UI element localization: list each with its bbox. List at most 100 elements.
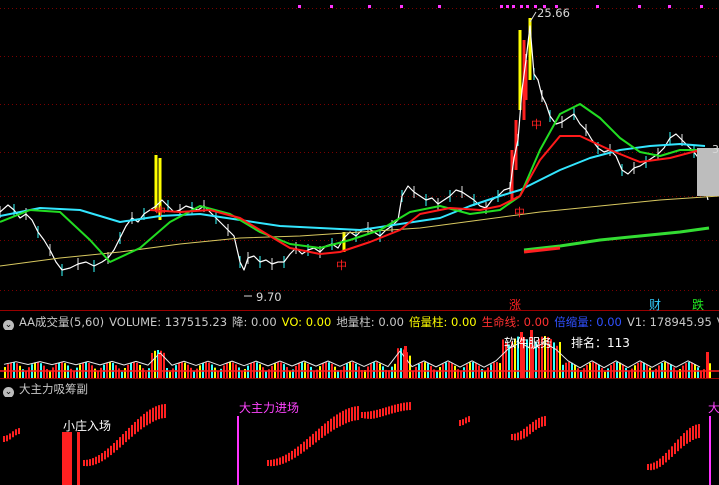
ma-cyan <box>0 143 706 231</box>
volume-bar <box>607 368 609 378</box>
price-chart-canvas[interactable] <box>0 0 719 311</box>
volume-bar <box>109 362 111 378</box>
volume-bar <box>652 371 654 378</box>
volume-fields: VOLUME: 137515.23 降: 0.00 VO: 0.00 地量柱: 0.0… <box>109 315 719 329</box>
volume-bar <box>301 362 303 378</box>
volume-bar <box>85 362 87 378</box>
volume-bar <box>52 367 54 378</box>
volume-bar <box>94 368 96 378</box>
marker-cai: 财 <box>649 298 662 311</box>
volume-bar <box>604 371 606 378</box>
volume-bar <box>601 368 603 378</box>
signal-dot <box>500 5 503 8</box>
volume-bar <box>229 362 231 378</box>
signal-dot <box>596 5 599 8</box>
volume-bar <box>415 366 417 378</box>
volume-bar <box>4 367 6 378</box>
marker-zhong-4: 中 <box>531 118 542 131</box>
volume-bar <box>460 370 462 378</box>
signal-dot <box>400 5 403 8</box>
volume-bar <box>373 362 375 378</box>
volume-bar <box>349 362 351 378</box>
small-entry-bar <box>62 432 72 485</box>
volume-bar <box>325 362 327 378</box>
volume-bar <box>616 362 618 378</box>
volume-bar <box>256 362 258 378</box>
volume-field: 生命线: 0.00 <box>481 315 550 329</box>
volume-bar <box>49 371 51 378</box>
volume-bar <box>454 365 456 378</box>
volume-bar <box>472 362 474 378</box>
volume-bar <box>436 370 438 378</box>
volume-bar <box>118 368 120 378</box>
volume-bar <box>697 367 699 378</box>
volume-bar <box>271 365 273 378</box>
volume-bar <box>121 371 123 378</box>
high-arrow <box>529 11 537 23</box>
volume-field: 倍量柱: 0.00 <box>408 315 477 329</box>
signal-dot <box>330 5 333 8</box>
volume-bar <box>700 370 702 378</box>
volume-bar <box>424 362 426 378</box>
volume-bar <box>286 367 288 378</box>
volume-bar <box>673 367 675 378</box>
price-chart-panel[interactable]: 25.66 9.70 3 中 中 中 中 涨 财 跌 <box>0 0 719 311</box>
volume-bar <box>628 371 630 378</box>
volume-bar <box>190 367 192 378</box>
collapse-icon[interactable]: ⌄ <box>3 320 14 330</box>
collapse-icon[interactable]: ⌄ <box>3 387 14 397</box>
low-price-label: 9.70 <box>256 290 282 304</box>
volume-indicator-name[interactable]: AA成交量(5,60) <box>19 315 104 329</box>
label-small-entry: 小庄入场 <box>63 419 112 433</box>
volume-bar <box>217 371 219 378</box>
volume-bar <box>352 362 354 378</box>
volume-panel[interactable]: ⌄ AA成交量(5,60) VOLUME: 137515.23 降: 0.00 VO: … <box>0 312 719 379</box>
signal-dot <box>638 5 641 8</box>
volume-bar <box>478 365 480 378</box>
volume-bar <box>37 362 39 378</box>
marker-zhong-3: 中 <box>514 206 525 219</box>
signal-dot <box>668 5 671 8</box>
volume-bar <box>247 365 249 378</box>
trend-line-green <box>523 226 710 252</box>
highlight-candle <box>154 155 158 210</box>
volume-bar <box>343 366 345 378</box>
signal-dot <box>368 5 371 8</box>
volume-bar <box>463 367 465 378</box>
marker-zhang: 涨 <box>509 298 522 311</box>
service-label[interactable]: 软件服务 <box>504 334 552 351</box>
volume-bar <box>319 366 321 378</box>
volume-bar <box>376 362 378 378</box>
volume-bar <box>232 362 234 378</box>
volume-field: VO: 0.00 <box>281 315 332 329</box>
volume-bar <box>295 365 297 378</box>
volume-bar <box>391 366 393 378</box>
volume-bar <box>58 362 60 378</box>
volume-bar <box>496 362 498 378</box>
volume-bar <box>145 371 147 378</box>
volume-bar <box>667 362 669 378</box>
volume-bar <box>43 365 45 378</box>
volume-bar <box>34 362 36 378</box>
sub-indicator-panel[interactable]: ⌄ 大主力吸筹副 小庄入场 大主力进场 大 <box>0 380 719 485</box>
signal-dot <box>520 5 523 8</box>
volume-bar <box>676 371 678 378</box>
volume-field: V1: 178945.95 <box>626 315 712 329</box>
volume-bar <box>205 362 207 378</box>
volume-bar <box>25 370 27 378</box>
volume-bar <box>196 368 198 378</box>
volume-bar <box>193 371 195 378</box>
volume-bar <box>241 371 243 378</box>
volume-spike <box>404 346 407 378</box>
volume-field: 地量柱: 0.00 <box>336 315 404 329</box>
volume-bar <box>664 362 666 378</box>
volume-bar <box>484 371 486 378</box>
volume-bar <box>382 366 384 378</box>
volume-bar <box>310 366 312 378</box>
volume-bar <box>61 362 63 378</box>
volume-bar <box>577 368 579 378</box>
volume-bar <box>172 368 174 378</box>
volume-field: 降: 0.00 <box>232 315 277 329</box>
sub-indicator-name[interactable]: 大主力吸筹副 <box>19 382 88 396</box>
signal-dot <box>438 5 441 8</box>
